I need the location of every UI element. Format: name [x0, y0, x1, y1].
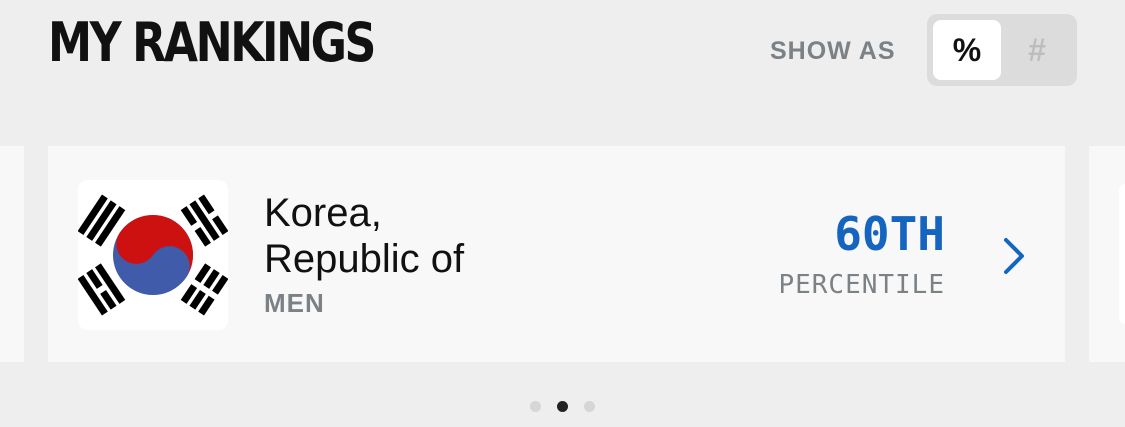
toggle-percent-option[interactable]: %	[933, 20, 1001, 80]
chevron-right-icon[interactable]	[998, 234, 1028, 278]
south-korea-flag-icon	[78, 180, 228, 330]
pagination-dot[interactable]	[584, 401, 595, 412]
pagination-dots	[530, 401, 595, 413]
rank-unit: PERCENTILE	[778, 270, 945, 300]
show-as-label: SHOW AS	[770, 37, 896, 65]
next-card-edge[interactable]	[1089, 146, 1125, 362]
country-name-line-2: Republic of	[264, 237, 465, 281]
display-mode-toggle[interactable]: % #	[927, 14, 1077, 86]
pagination-dot[interactable]	[530, 401, 541, 412]
country-name-line-1: Korea,	[264, 191, 382, 235]
ranking-card[interactable]: Korea, Republic of MEN 60TH PERCENTILE	[48, 146, 1065, 362]
previous-card-edge[interactable]	[0, 146, 24, 362]
toggle-number-option[interactable]: #	[1003, 20, 1071, 80]
country-name: Korea, Republic of	[264, 190, 464, 282]
pagination-dot[interactable]	[557, 401, 568, 412]
page-title: MY RANKINGS	[48, 11, 376, 74]
rank-value: 60TH	[834, 207, 945, 261]
gender-category: MEN	[264, 288, 325, 318]
